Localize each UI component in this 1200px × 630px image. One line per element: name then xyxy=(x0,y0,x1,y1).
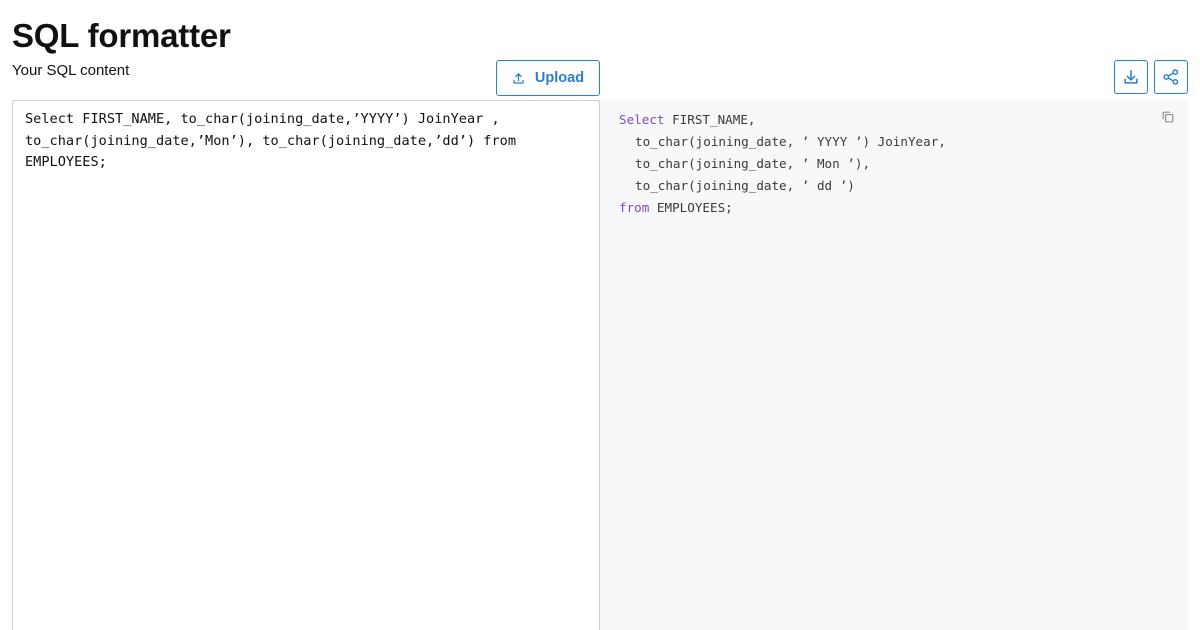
formatted-code-line: from EMPLOYEES; xyxy=(619,197,946,219)
sql-input-label: Your SQL content xyxy=(12,62,130,79)
sql-keyword: from xyxy=(619,200,650,215)
copy-icon[interactable] xyxy=(1161,110,1175,124)
code-text: to_char(joining_date, ’ Mon ’), xyxy=(635,156,871,171)
sql-input-panel xyxy=(12,100,600,630)
formatted-code-line: to_char(joining_date, ’ YYYY ’) JoinYear… xyxy=(619,131,946,153)
formatted-code-line: to_char(joining_date, ’ dd ’) xyxy=(619,175,946,197)
sql-keyword: Select xyxy=(619,112,665,127)
page-title: SQL formatter xyxy=(12,17,231,54)
formatted-code-line: Select FIRST_NAME, xyxy=(619,109,946,131)
code-text: to_char(joining_date, ’ dd ’) xyxy=(635,178,855,193)
formatted-output-panel: Select FIRST_NAME, to_char(joining_date, … xyxy=(600,100,1188,630)
code-text: to_char(joining_date, ’ YYYY ’) JoinYear… xyxy=(635,134,946,149)
upload-button[interactable]: Upload xyxy=(496,60,600,96)
share-icon xyxy=(1163,69,1179,85)
code-text: EMPLOYEES; xyxy=(649,200,733,215)
formatted-code-line: to_char(joining_date, ’ Mon ’), xyxy=(619,153,946,175)
formatted-sql-output: Select FIRST_NAME, to_char(joining_date, … xyxy=(619,109,946,219)
sql-input[interactable] xyxy=(13,101,599,630)
download-button[interactable] xyxy=(1114,60,1148,94)
download-icon xyxy=(1124,69,1138,84)
upload-icon xyxy=(513,72,524,84)
code-text: FIRST_NAME, xyxy=(664,112,756,127)
upload-button-label: Upload xyxy=(534,70,585,86)
share-button[interactable] xyxy=(1154,60,1188,94)
